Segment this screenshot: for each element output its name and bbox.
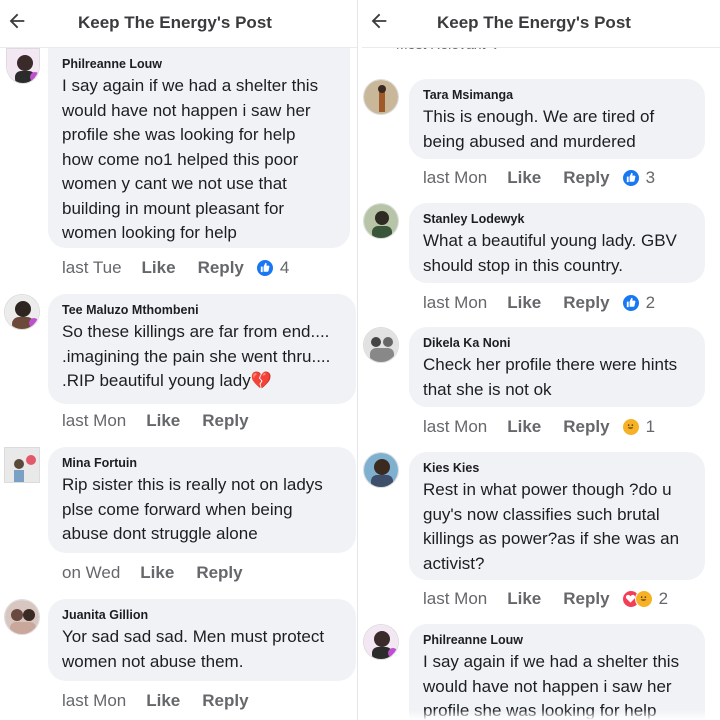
like-icon (621, 294, 640, 312)
back-arrow-icon[interactable] (368, 10, 392, 34)
post-title: Keep The Energy's Post (437, 13, 631, 32)
like-button[interactable]: Like (507, 589, 541, 609)
comment-bubble: Juanita Gillion Yor sad sad sad. Men mus… (48, 599, 356, 681)
comment-actions: last Mon Like Reply (62, 411, 249, 431)
comment-author[interactable]: Tara Msimanga (423, 88, 693, 103)
reply-button[interactable]: Reply (563, 589, 609, 609)
comment-time[interactable]: last Mon (62, 691, 126, 711)
comment-author[interactable]: Juanita Gillion (62, 608, 344, 623)
comment-bubble: Kies Kies Rest in what power though ?do … (409, 452, 705, 580)
comment-actions: last Mon Like Reply 2 (423, 293, 655, 313)
reaction-count: 4 (279, 258, 290, 277)
broken-heart-emoji: 💔 (250, 371, 272, 390)
avatar[interactable] (363, 327, 399, 363)
reply-button[interactable]: Reply (198, 258, 244, 278)
comment-time[interactable]: on Wed (62, 563, 120, 583)
reaction-count: 3 (645, 168, 656, 187)
like-button[interactable]: Like (142, 258, 176, 278)
comment-actions: last Mon Like Reply (62, 691, 249, 711)
comment-time[interactable]: last Mon (423, 417, 487, 437)
comment-bubble: Philreanne Louw I say again if we had a … (409, 624, 705, 720)
reaction-summary[interactable]: 2 (621, 589, 669, 609)
avatar[interactable] (6, 48, 40, 84)
comment-text: So these killings are far from end.... .… (62, 320, 344, 394)
comments-panel-left: Keep The Energy's Post Philreanne Louw I… (0, 0, 357, 720)
reply-button[interactable]: Reply (563, 293, 609, 313)
comment-text: What a beautiful young lady. GBV should … (423, 231, 677, 275)
reaction-count: 1 (645, 417, 656, 436)
like-button[interactable]: Like (140, 563, 174, 583)
comment-author[interactable]: Tee Maluzo Mthombeni (62, 303, 344, 318)
reaction-summary[interactable]: 3 (621, 168, 656, 188)
like-button[interactable]: Like (507, 168, 541, 188)
comment-bubble: Stanley Lodewyk What a beautiful young l… (409, 203, 705, 283)
comment-actions: last Mon Like Reply 1 (423, 417, 655, 437)
reaction-count: 2 (658, 589, 669, 608)
avatar[interactable] (363, 624, 399, 660)
like-button[interactable]: Like (507, 293, 541, 313)
avatar[interactable] (4, 599, 40, 635)
reply-button[interactable]: Reply (563, 168, 609, 188)
comment-author[interactable]: Philreanne Louw (62, 57, 338, 72)
comment-text: Rest in what power though ?do u guy's no… (423, 480, 680, 573)
reaction-summary[interactable]: 1 (621, 417, 656, 437)
reply-button[interactable]: Reply (202, 411, 248, 431)
comment-text-body: So these killings are far from end.... .… (62, 322, 331, 390)
top-bar: Keep The Energy's Post (362, 0, 720, 48)
like-button[interactable]: Like (146, 411, 180, 431)
avatar[interactable] (4, 447, 40, 483)
like-button[interactable]: Like (507, 417, 541, 437)
comment-author[interactable]: Philreanne Louw (423, 633, 693, 648)
scroll-fade (362, 710, 720, 720)
avatar[interactable] (363, 203, 399, 239)
comment-author[interactable]: Stanley Lodewyk (423, 212, 693, 227)
reaction-summary[interactable]: 4 (255, 258, 290, 278)
reaction-count: 2 (645, 293, 656, 312)
comment-text: I say again if we had a shelter this wou… (62, 76, 319, 242)
reply-button[interactable]: Reply (196, 563, 242, 583)
like-icon (621, 169, 640, 187)
comment-text: This is enough. We are tired of being ab… (423, 107, 655, 151)
comment-time[interactable]: last Mon (423, 293, 487, 313)
comment-bubble: Tara Msimanga This is enough. We are tir… (409, 79, 705, 159)
avatar[interactable] (4, 294, 40, 330)
top-bar: Keep The Energy's Post (0, 0, 357, 48)
haha-icon (621, 418, 640, 436)
reply-button[interactable]: Reply (563, 417, 609, 437)
post-title: Keep The Energy's Post (78, 13, 272, 32)
comment-author[interactable]: Dikela Ka Noni (423, 336, 693, 351)
comments-panel-right: Keep The Energy's Post Most Relevant ⌄ T… (362, 0, 720, 720)
comment-bubble: Mina Fortuin Rip sister this is really n… (48, 447, 356, 553)
comment-time[interactable]: last Tue (62, 258, 122, 278)
comment-text: Yor sad sad sad. Men must protect women … (62, 627, 325, 671)
reply-button[interactable]: Reply (202, 691, 248, 711)
avatar[interactable] (363, 452, 399, 488)
comment-text: Rip sister this is really not on ladys p… (62, 475, 323, 543)
comment-text: Check her profile there were hints that … (423, 355, 678, 399)
back-arrow-icon[interactable] (6, 10, 30, 34)
reaction-summary[interactable]: 2 (621, 293, 656, 313)
like-button[interactable]: Like (146, 691, 180, 711)
comment-bubble: Philreanne Louw I say again if we had a … (48, 48, 350, 248)
comment-actions: on Wed Like Reply (62, 563, 243, 583)
comment-actions: last Mon Like Reply 3 (423, 168, 655, 188)
comment-author[interactable]: Mina Fortuin (62, 456, 344, 471)
comment-author[interactable]: Kies Kies (423, 461, 693, 476)
comment-actions: last Mon Like Reply 2 (423, 589, 668, 609)
avatar[interactable] (363, 79, 399, 115)
comment-time[interactable]: last Mon (423, 589, 487, 609)
haha-icon (634, 590, 653, 608)
comment-time[interactable]: last Mon (423, 168, 487, 188)
comment-time[interactable]: last Mon (62, 411, 126, 431)
comment-bubble: Tee Maluzo Mthombeni So these killings a… (48, 294, 356, 404)
like-icon (255, 259, 274, 277)
comment-actions: last Tue Like Reply 4 (62, 258, 289, 278)
comment-bubble: Dikela Ka Noni Check her profile there w… (409, 327, 705, 407)
